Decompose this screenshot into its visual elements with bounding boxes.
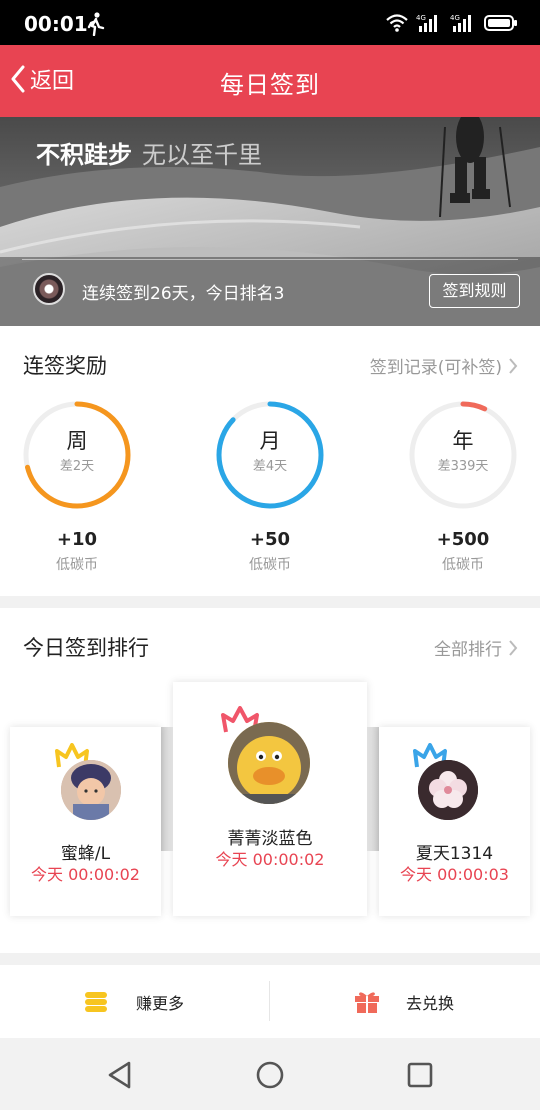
exchange-button[interactable]: 去兑换 [354, 965, 454, 1038]
podium-shadow [367, 727, 379, 851]
app-header: 返回 每日签到 [0, 45, 540, 117]
rank-card-3[interactable]: 夏天1314 今天 00:00:03 [379, 727, 530, 916]
status-bar: 00:01 4G 4G [0, 0, 540, 45]
banner-divider [22, 259, 518, 260]
all-ranking-link[interactable]: 全部排行 [434, 635, 518, 660]
reward-month-unit: 低碳币 [249, 557, 291, 573]
daily-ranking-card: 今日签到排行 全部排行 蜜蜂/L 今天 00:00:02 菁菁淡蓝色 今天 00… [0, 608, 540, 953]
chevron-right-icon [509, 357, 518, 374]
banner: 不积跬步 无以至千里 连续签到26天，今日排名3 签到规则 [0, 117, 540, 326]
streak-reward-card: 连签奖励 签到记录(可补签) 周 差2天 +10 低碳币 月 差4天 +50 低… [0, 326, 540, 596]
bottom-actions: 赚更多 去兑换 [0, 965, 540, 1038]
avatar[interactable] [61, 760, 121, 820]
reward-year[interactable]: 年 差339天 +500 低碳币 [407, 399, 519, 574]
avatar[interactable] [228, 722, 310, 804]
ranking-title: 今日签到排行 [23, 636, 149, 660]
page-title: 每日签到 [220, 71, 320, 99]
chevron-right-icon [509, 639, 518, 656]
svg-text:4G: 4G [416, 14, 426, 22]
blossom-photo [418, 760, 478, 820]
back-triangle-icon[interactable] [103, 1058, 137, 1092]
user-avatar[interactable] [33, 273, 65, 305]
all-ranking-label: 全部排行 [434, 640, 502, 660]
reward-year-value: +500 [436, 529, 490, 550]
rank-time: 今天 00:00:02 [31, 865, 140, 884]
record-link-label: 签到记录(可补签) [369, 358, 502, 378]
reward-month-value: +50 [249, 529, 291, 550]
reward-week-unit: 低碳币 [56, 557, 98, 573]
home-circle-icon[interactable] [253, 1058, 287, 1092]
reward-title: 连签奖励 [23, 354, 107, 378]
reward-week-value: +10 [56, 529, 98, 550]
rank-time: 今天 00:00:03 [400, 865, 509, 884]
walk-icon [87, 12, 105, 36]
sign-in-record-link[interactable]: 签到记录(可补签) [370, 353, 518, 378]
system-nav-bar [0, 1038, 540, 1110]
coins-icon [85, 991, 107, 1012]
recents-square-icon[interactable] [403, 1058, 437, 1092]
podium-shadow [161, 727, 173, 851]
reward-month[interactable]: 月 差4天 +50 低碳币 [214, 399, 326, 574]
earn-more-label: 赚更多 [136, 993, 185, 1013]
streak-text: 连续签到26天，今日排名3 [82, 284, 285, 304]
actions-divider [269, 981, 270, 1021]
reward-week-remaining: 差2天 [59, 459, 95, 474]
svg-text:4G: 4G [450, 14, 460, 22]
exchange-label: 去兑换 [406, 993, 455, 1013]
signal-4g-icon: 4G [416, 14, 437, 32]
slogan-strong: 不积跬步 [36, 141, 132, 169]
rank-card-1[interactable]: 菁菁淡蓝色 今天 00:00:02 [173, 682, 367, 916]
wifi-icon [386, 14, 408, 32]
reward-month-remaining: 差4天 [252, 459, 288, 474]
status-time: 00:01 [24, 12, 88, 36]
rank-time: 今天 00:00:02 [215, 850, 325, 869]
slogan-light: 无以至千里 [142, 141, 262, 169]
gift-icon [355, 991, 379, 1013]
reward-month-label: 月 [259, 429, 281, 453]
reward-year-remaining: 差339天 [437, 459, 489, 474]
reward-week[interactable]: 周 差2天 +10 低碳币 [21, 399, 133, 574]
yellow-duck-photo [228, 722, 310, 804]
avatar[interactable] [418, 760, 478, 820]
child-photo [61, 760, 121, 820]
sign-in-rules-button[interactable]: 签到规则 [429, 274, 520, 308]
reward-year-label: 年 [452, 429, 474, 453]
earn-more-button[interactable]: 赚更多 [84, 965, 184, 1038]
rank-card-2[interactable]: 蜜蜂/L 今天 00:00:02 [10, 727, 161, 916]
reward-year-unit: 低碳币 [442, 557, 484, 573]
banner-slogan: 不积跬步 无以至千里 [36, 135, 262, 170]
battery-icon [484, 15, 517, 31]
reward-week-label: 周 [66, 429, 88, 453]
signal-4g-icon: 4G [450, 14, 471, 32]
